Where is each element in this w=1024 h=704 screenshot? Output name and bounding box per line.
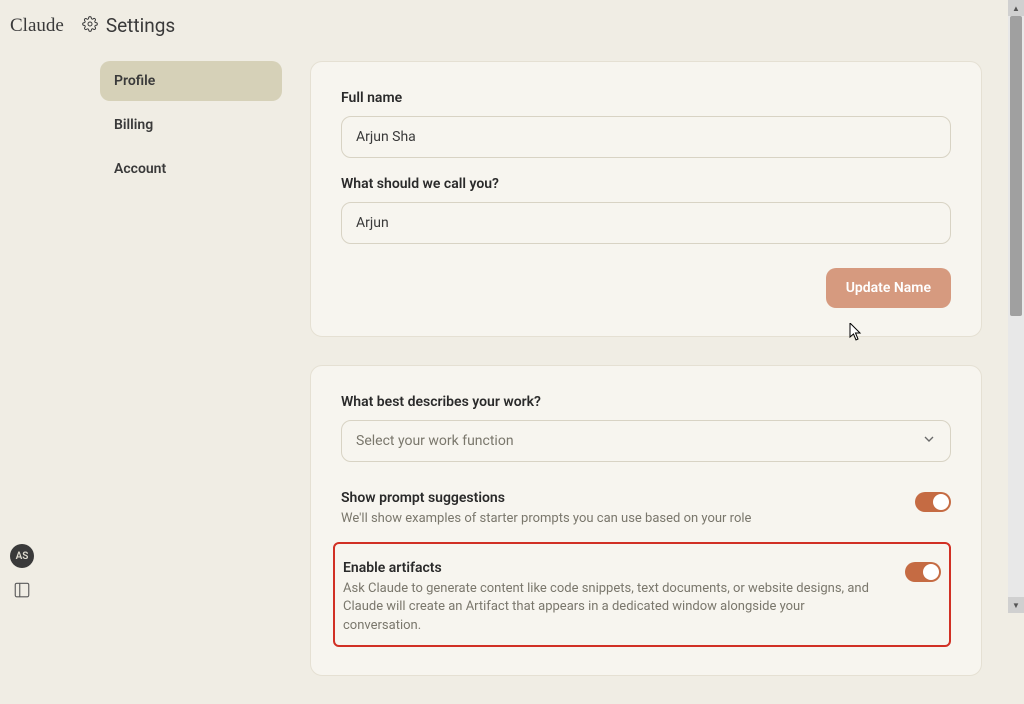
avatar[interactable]: AS bbox=[10, 544, 34, 568]
artifacts-desc: Ask Claude to generate content like code… bbox=[343, 580, 885, 635]
suggestions-desc: We'll show examples of starter prompts y… bbox=[341, 510, 895, 528]
artifacts-toggle[interactable] bbox=[905, 562, 941, 582]
suggestions-title: Show prompt suggestions bbox=[341, 490, 895, 506]
profile-card: Full name What should we call you? Updat… bbox=[310, 61, 982, 337]
full-name-label: Full name bbox=[341, 90, 951, 106]
scroll-up-button[interactable]: ▲ bbox=[1008, 0, 1024, 16]
work-select-wrap: Select your work function bbox=[341, 420, 951, 462]
toggle-knob bbox=[923, 564, 939, 580]
artifacts-setting: Enable artifacts Ask Claude to generate … bbox=[343, 554, 941, 635]
suggestions-setting: Show prompt suggestions We'll show examp… bbox=[341, 484, 951, 542]
work-question-label: What best describes your work? bbox=[341, 394, 951, 410]
sidebar: Profile Billing Account bbox=[0, 61, 310, 704]
sidebar-item-account[interactable]: Account bbox=[100, 149, 282, 189]
nickname-label: What should we call you? bbox=[341, 176, 951, 192]
sidebar-item-profile[interactable]: Profile bbox=[100, 61, 282, 101]
button-row: Update Name bbox=[341, 268, 951, 308]
settings-title: Settings bbox=[106, 14, 175, 37]
toggle-knob bbox=[933, 494, 949, 510]
scroll-thumb[interactable] bbox=[1010, 16, 1022, 316]
scrollbar[interactable]: ▲ ▼ bbox=[1008, 0, 1024, 613]
main-container: Profile Billing Account Full name What s… bbox=[0, 51, 1024, 704]
artifacts-title: Enable artifacts bbox=[343, 560, 885, 576]
scroll-down-button[interactable]: ▼ bbox=[1008, 597, 1024, 613]
update-name-button[interactable]: Update Name bbox=[826, 268, 951, 308]
content-area: Full name What should we call you? Updat… bbox=[310, 61, 1024, 704]
sidebar-item-label: Billing bbox=[114, 117, 153, 133]
sidebar-item-label: Profile bbox=[114, 73, 155, 89]
sidebar-item-label: Account bbox=[114, 161, 166, 177]
gear-icon bbox=[82, 14, 98, 37]
full-name-input[interactable] bbox=[341, 116, 951, 158]
artifacts-highlight: Enable artifacts Ask Claude to generate … bbox=[333, 542, 951, 647]
nickname-input[interactable] bbox=[341, 202, 951, 244]
work-function-select[interactable]: Select your work function bbox=[341, 420, 951, 462]
header: Claude Settings bbox=[0, 0, 1024, 51]
app-logo[interactable]: Claude bbox=[10, 15, 64, 37]
setting-text: Enable artifacts Ask Claude to generate … bbox=[343, 560, 905, 635]
sidebar-item-billing[interactable]: Billing bbox=[100, 105, 282, 145]
preferences-card: What best describes your work? Select yo… bbox=[310, 365, 982, 676]
suggestions-toggle[interactable] bbox=[915, 492, 951, 512]
settings-breadcrumb: Settings bbox=[82, 14, 175, 37]
collapse-sidebar-icon[interactable] bbox=[13, 581, 31, 599]
setting-text: Show prompt suggestions We'll show examp… bbox=[341, 490, 915, 528]
